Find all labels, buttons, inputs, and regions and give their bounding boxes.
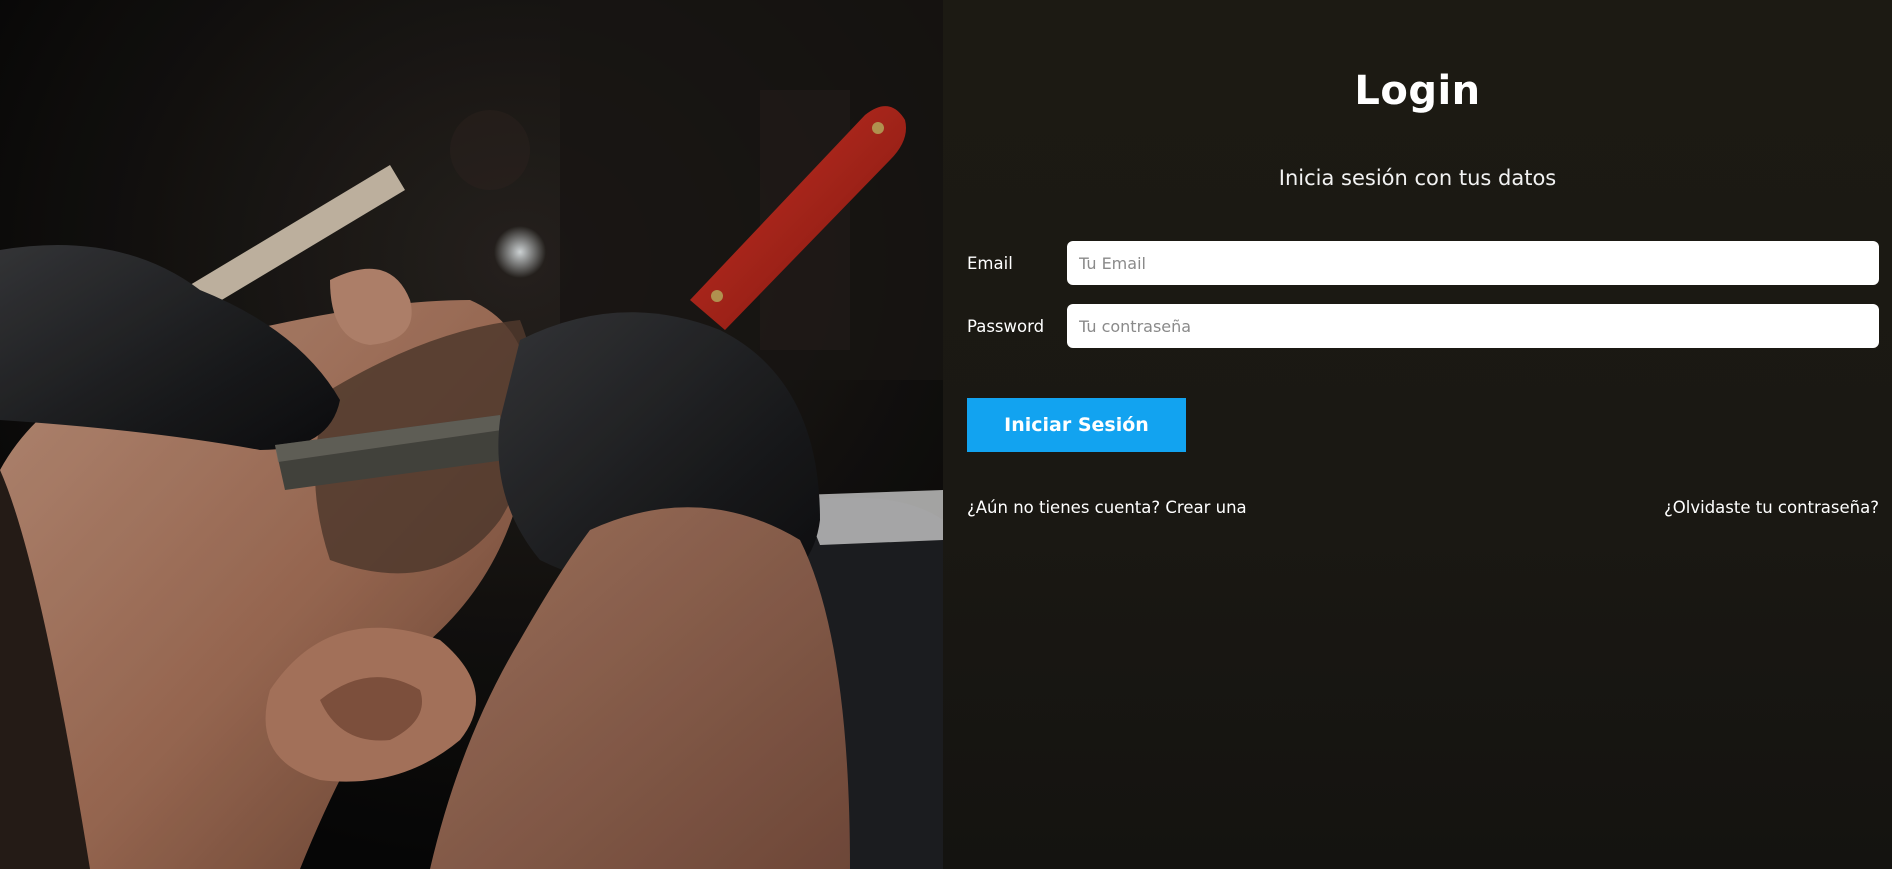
email-field[interactable]	[1067, 241, 1879, 285]
email-row: Email	[967, 241, 1879, 285]
password-field[interactable]	[1067, 304, 1879, 348]
barber-shave-illustration	[0, 0, 943, 869]
password-label: Password	[967, 316, 1045, 336]
login-panel: Login Inicia sesión con tus datos Email …	[943, 0, 1892, 869]
password-row: Password	[967, 304, 1879, 348]
create-account-link[interactable]: ¿Aún no tienes cuenta? Crear una	[967, 498, 1247, 517]
forgot-password-link[interactable]: ¿Olvidaste tu contraseña?	[1664, 498, 1879, 517]
hero-barber-image	[0, 0, 943, 869]
login-page: Login Inicia sesión con tus datos Email …	[0, 0, 1892, 869]
page-subtitle: Inicia sesión con tus datos	[1278, 166, 1557, 190]
email-label: Email	[967, 253, 1013, 273]
page-title: Login	[1354, 68, 1481, 114]
login-submit-button[interactable]: Iniciar Sesión	[967, 398, 1186, 452]
